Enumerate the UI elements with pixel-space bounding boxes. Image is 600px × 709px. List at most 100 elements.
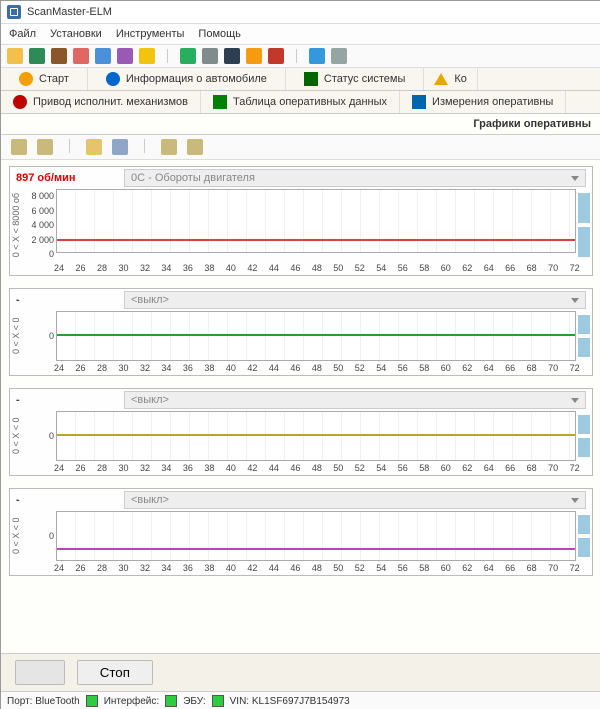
chart-plot[interactable]: [56, 311, 576, 361]
toolbar-terminal-icon[interactable]: [224, 48, 240, 64]
data-line: [57, 548, 575, 550]
toolbar-chart-icon[interactable]: [95, 48, 111, 64]
stop-button[interactable]: Стоп: [77, 660, 153, 685]
tab-data-table[interactable]: Таблица оперативных данных: [201, 91, 400, 113]
status-vin: VIN: KL1SF697J7B154973: [230, 696, 350, 707]
chevron-down-icon: [571, 398, 579, 403]
y-axis-label: 0 < X < 0: [10, 411, 24, 461]
toolbar-separator: [167, 49, 168, 63]
chart-header: -<выкл>: [10, 489, 592, 511]
start-button: [15, 660, 65, 685]
y-axis-ticks: 8 0006 0004 0002 0000: [24, 189, 56, 261]
tab-codes[interactable]: Ко: [424, 68, 478, 90]
toolbar-banana-icon[interactable]: [139, 48, 155, 64]
chart-scale-slider[interactable]: [576, 189, 592, 261]
save-icon[interactable]: [112, 139, 128, 155]
toolbar-battery-icon[interactable]: [246, 48, 262, 64]
menu-file[interactable]: Файл: [9, 26, 36, 42]
chart-plot[interactable]: [56, 411, 576, 461]
page-title: Графики оперативны: [1, 114, 600, 135]
status-ecu: ЭБУ:: [183, 696, 205, 707]
table-icon: [213, 95, 227, 109]
chart-value: 897 об/мин: [16, 172, 116, 184]
x-axis: 2426283032343638404244464850525456586062…: [10, 461, 592, 475]
y-axis-ticks: 0: [24, 311, 56, 361]
toolbar-globe-icon[interactable]: [29, 48, 45, 64]
x-axis: 2426283032343638404244464850525456586062…: [10, 361, 592, 375]
toolbar-lightning-icon[interactable]: [7, 48, 23, 64]
chart-scale-slider[interactable]: [576, 511, 592, 561]
control-bar: Стоп: [1, 653, 600, 691]
secondary-tabs: Привод исполнит. механизмов Таблица опер…: [1, 91, 600, 114]
port-led-icon: [86, 695, 98, 707]
print-preview-icon[interactable]: [187, 139, 203, 155]
data-line: [57, 434, 575, 436]
menu-tools[interactable]: Инструменты: [116, 26, 185, 42]
tab-actuators[interactable]: Привод исполнит. механизмов: [1, 91, 201, 113]
y-axis-label: 0 < X < 0: [10, 511, 24, 561]
gear-icon: [13, 95, 27, 109]
dropdown-label: 0C - Обороты двигателя: [131, 172, 255, 184]
grid-icon: [412, 95, 426, 109]
chevron-down-icon: [571, 176, 579, 181]
toolbar-separator: [69, 139, 70, 153]
toolbar-doc-icon[interactable]: [180, 48, 196, 64]
tab-system-status[interactable]: Статус системы: [286, 68, 424, 90]
lightning-icon: [19, 72, 33, 86]
warning-icon: [434, 73, 448, 85]
folder-open-icon[interactable]: [86, 139, 102, 155]
app-title: ScanMaster-ELM: [27, 6, 112, 18]
toolbar-info-icon[interactable]: [309, 48, 325, 64]
tab-start[interactable]: Старт: [1, 68, 88, 90]
y-axis-label: 0 < X < 8000 об: [10, 189, 24, 261]
parameter-dropdown[interactable]: <выкл>: [124, 391, 586, 409]
x-axis-ticks: 2426283032343638404244464850525456586062…: [54, 261, 580, 275]
toolbar-separator: [144, 139, 145, 153]
chart-header: 897 об/мин 0C - Обороты двигателя: [10, 167, 592, 189]
chart-plot[interactable]: [56, 189, 576, 253]
toolbar-stop-icon[interactable]: [268, 48, 284, 64]
menubar: Файл Установки Инструменты Помощь: [1, 24, 600, 45]
chart-body: 0 < X < 00: [10, 511, 592, 561]
data-line: [57, 334, 575, 336]
chevron-down-icon: [571, 498, 579, 503]
parameter-dropdown[interactable]: 0C - Обороты двигателя: [124, 169, 586, 187]
toolbar-clipboard-icon[interactable]: [51, 48, 67, 64]
tab-label: Информация о автомобиле: [126, 73, 267, 85]
y-axis-ticks: 0: [24, 511, 56, 561]
tab-measurements[interactable]: Измерения оперативны: [400, 91, 566, 113]
chart-header: -<выкл>: [10, 289, 592, 311]
ecu-led-icon: [212, 695, 224, 707]
toolbar-wrench-icon[interactable]: [117, 48, 133, 64]
chart-body: 0 < X < 00: [10, 411, 592, 461]
y-axis-label: 0 < X < 0: [10, 311, 24, 361]
chart-scale-slider[interactable]: [576, 311, 592, 361]
chart-toolbar: [1, 135, 600, 160]
x-axis: 2426283032343638404244464850525456586062…: [10, 561, 592, 575]
chart-body: 0 < X < 8000 об8 0006 0004 0002 0000: [10, 189, 592, 261]
toolbar-separator: [296, 49, 297, 63]
chart-plot[interactable]: [56, 511, 576, 561]
tab-label: Таблица оперативных данных: [233, 96, 387, 108]
grid-select-icon[interactable]: [11, 139, 27, 155]
chart-scale-slider[interactable]: [576, 411, 592, 461]
grid-deselect-icon[interactable]: [37, 139, 53, 155]
chart-panel: 897 об/мин 0C - Обороты двигателя 0 < X < …: [9, 166, 593, 276]
interface-led-icon: [165, 695, 177, 707]
toolbar-monitor-icon[interactable]: [202, 48, 218, 64]
x-axis-ticks: 2426283032343638404244464850525456586062…: [54, 361, 580, 375]
data-line: [57, 239, 575, 241]
menu-settings[interactable]: Установки: [50, 26, 102, 42]
parameter-dropdown[interactable]: <выкл>: [124, 291, 586, 309]
titlebar: ScanMaster-ELM: [1, 1, 600, 24]
status-interface: Интерфейс:: [104, 696, 159, 707]
parameter-dropdown[interactable]: <выкл>: [124, 491, 586, 509]
menu-help[interactable]: Помощь: [198, 26, 241, 42]
chart-header: -<выкл>: [10, 389, 592, 411]
print-icon[interactable]: [161, 139, 177, 155]
toolbar-manual-icon[interactable]: [331, 48, 347, 64]
x-axis-ticks: 2426283032343638404244464850525456586062…: [54, 561, 580, 575]
tab-vehicle-info[interactable]: Информация о автомобиле: [88, 68, 286, 90]
main-toolbar: [1, 45, 600, 68]
toolbar-grid-icon[interactable]: [73, 48, 89, 64]
